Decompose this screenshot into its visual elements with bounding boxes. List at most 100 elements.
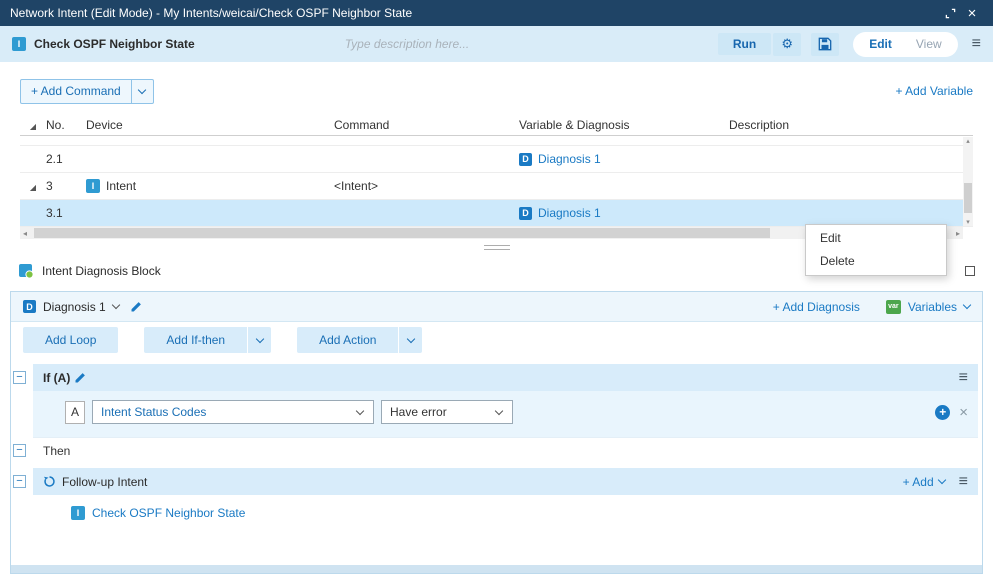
chevron-down-icon (356, 406, 364, 414)
context-menu: Edit Delete (805, 224, 947, 276)
save-icon (818, 37, 832, 51)
add-command-dropdown[interactable] (131, 80, 153, 103)
scroll-right-icon[interactable]: ▸ (956, 227, 960, 239)
expander-icon[interactable]: ◢ (30, 183, 36, 192)
add-action-button: Add Action (297, 327, 422, 353)
condition-id: A (65, 401, 85, 424)
command-toolbar: + Add Command + Add Variable (20, 78, 973, 104)
collapse-then-button[interactable]: − (13, 444, 26, 457)
chevron-down-icon[interactable] (937, 476, 945, 484)
add-loop-label[interactable]: Add Loop (23, 333, 118, 347)
rename-diagnosis-button[interactable] (130, 301, 142, 313)
window-titlebar: Network Intent (Edit Mode) - My Intents/… (0, 0, 993, 26)
collapse-follow-up-button[interactable]: − (13, 475, 26, 488)
cell-no: 2.1 (46, 152, 86, 166)
edit-view-toggle: Edit View (853, 32, 957, 57)
then-label: Then (43, 444, 70, 458)
run-button[interactable]: Run (718, 33, 771, 55)
cell-command: <Intent> (334, 136, 519, 139)
scrollbar-thumb[interactable] (964, 183, 972, 213)
condition-operator-select[interactable]: Have error (381, 400, 513, 424)
add-condition-button[interactable]: + (935, 405, 950, 420)
cell-no: 3 (46, 179, 86, 193)
expand-window-button[interactable] (939, 3, 961, 23)
intent-icon: I (71, 506, 85, 520)
scrollbar-thumb[interactable] (34, 228, 770, 238)
collapse-if-button[interactable]: − (13, 371, 26, 384)
add-variable-link[interactable]: + Add Variable (895, 84, 973, 98)
add-action-label[interactable]: Add Action (297, 333, 398, 347)
follow-up-content: I Check OSPF Neighbor State (33, 495, 978, 531)
panel-horizontal-scrollbar[interactable] (11, 565, 982, 573)
maximize-button[interactable] (965, 266, 975, 276)
if-menu-button[interactable]: ≡ (959, 370, 968, 386)
context-menu-delete[interactable]: Delete (806, 250, 946, 273)
column-no: No. (46, 118, 86, 132)
intent-diagnosis-panel: D Diagnosis 1 + Add Diagnosis var Variab… (10, 291, 983, 574)
add-if-then-dropdown[interactable] (247, 327, 271, 353)
add-loop-button[interactable]: Add Loop (23, 327, 118, 353)
cell-device: Intent (106, 179, 136, 193)
remove-condition-button[interactable]: × (959, 404, 968, 421)
cell-no: 2 (46, 136, 86, 139)
close-button[interactable]: × (961, 3, 983, 23)
add-command-button: + Add Command (20, 79, 154, 104)
variables-button[interactable]: Variables (908, 300, 957, 314)
pencil-icon (130, 301, 142, 313)
save-button[interactable] (811, 33, 839, 56)
add-diagnosis-link[interactable]: + Add Diagnosis (773, 300, 860, 314)
description-placeholder[interactable]: Type description here... (345, 37, 470, 51)
expand-icon (945, 8, 956, 19)
edit-if-button[interactable] (74, 372, 86, 384)
close-icon: × (968, 5, 977, 22)
header-menu-button[interactable]: ≡ (972, 36, 981, 52)
gear-icon: ⚙ (781, 36, 793, 52)
table-row-partial[interactable]: 2 Intent <Intent> (20, 136, 973, 146)
vertical-scrollbar[interactable]: ▴ ▾ (963, 137, 973, 226)
tab-edit[interactable]: Edit (857, 34, 904, 54)
scroll-up-icon[interactable]: ▴ (963, 137, 973, 145)
diagnosis-link[interactable]: Diagnosis 1 (538, 152, 601, 166)
diagnosis-selector[interactable]: Diagnosis 1 (43, 300, 106, 314)
table-row-selected[interactable]: 3.1 D Diagnosis 1 (20, 200, 973, 227)
intent-diagnosis-block-icon (18, 263, 34, 279)
chevron-down-icon[interactable] (963, 301, 971, 309)
window-title: Network Intent (Edit Mode) - My Intents/… (10, 6, 939, 20)
hamburger-icon: ≡ (959, 473, 968, 490)
chevron-down-icon (255, 334, 263, 342)
variables-icon: var (886, 300, 901, 314)
expand-all-icon[interactable]: ◢ (30, 122, 36, 131)
follow-up-intent-link[interactable]: Check OSPF Neighbor State (92, 506, 245, 520)
pencil-icon (74, 372, 86, 384)
hamburger-icon: ≡ (972, 35, 981, 52)
chevron-down-icon (407, 334, 415, 342)
follow-up-block: − Follow-up Intent + Add ≡ I (11, 464, 982, 531)
diagnosis-icon: D (519, 207, 532, 220)
add-if-then-label[interactable]: Add If-then (144, 333, 247, 347)
column-description: Description (729, 118, 973, 132)
if-label: If (A) (43, 371, 70, 385)
diagnosis-link[interactable]: Diagnosis 1 (538, 206, 601, 220)
context-menu-edit[interactable]: Edit (806, 227, 946, 250)
scroll-down-icon[interactable]: ▾ (963, 218, 973, 226)
follow-up-add-button[interactable]: + Add (903, 475, 934, 489)
cell-command: <Intent> (334, 179, 519, 193)
scroll-left-icon[interactable]: ◂ (23, 227, 27, 239)
column-command: Command (334, 118, 519, 132)
intent-icon: I (12, 37, 26, 51)
if-condition-area: A Intent Status Codes Have error + × (33, 391, 978, 437)
table-row[interactable]: ◢ 3 I Intent <Intent> (20, 173, 973, 200)
run-settings-button[interactable]: ⚙ (773, 33, 801, 56)
chevron-down-icon[interactable] (111, 301, 119, 309)
follow-up-title: Follow-up Intent (62, 475, 147, 489)
follow-up-menu-button[interactable]: ≡ (959, 474, 968, 490)
condition-variable-value: Intent Status Codes (101, 405, 357, 419)
hamburger-icon: ≡ (959, 369, 968, 386)
add-action-dropdown[interactable] (398, 327, 422, 353)
table-row[interactable]: 2.1 D Diagnosis 1 (20, 146, 973, 173)
cell-device: Intent (86, 136, 334, 139)
tab-view[interactable]: View (904, 34, 954, 54)
condition-variable-select[interactable]: Intent Status Codes (92, 400, 374, 424)
diagnosis-selector-bar: D Diagnosis 1 + Add Diagnosis var Variab… (11, 292, 982, 322)
add-command-label[interactable]: + Add Command (21, 80, 131, 103)
